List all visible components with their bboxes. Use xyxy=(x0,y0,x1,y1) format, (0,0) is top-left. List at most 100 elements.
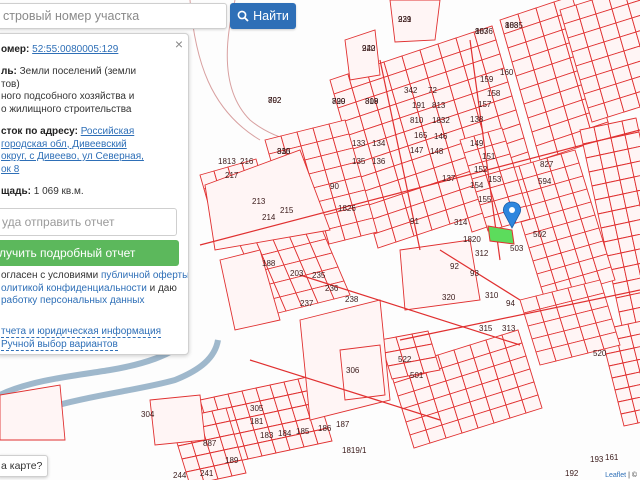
parcel-number-label: 240 xyxy=(362,44,376,53)
cadastral-search-input[interactable] xyxy=(0,4,226,28)
purpose-line: ного подсобного хозяйства и xyxy=(1,91,135,102)
address-line[interactable]: городская обл, Дивеевский xyxy=(1,139,127,152)
parcel-number-label: 1826 xyxy=(338,204,356,213)
parcel-number-label: 235 xyxy=(312,271,326,280)
selected-parcel[interactable] xyxy=(487,225,515,245)
area-value: 1 069 кв.м. xyxy=(33,186,84,197)
cadastral-number-link[interactable]: 52:55:0080005:129 xyxy=(32,44,118,55)
parcel-number-label: 1819/1 xyxy=(342,446,367,455)
address-label: сток по адресу: xyxy=(1,126,78,137)
privacy-link[interactable]: олитикой конфиденциальности xyxy=(1,283,147,294)
parcel[interactable] xyxy=(419,356,441,374)
map-help-popup[interactable]: а карте? xyxy=(0,455,48,477)
parcel-number-label: 827 xyxy=(540,160,554,169)
parcel-number-label: 94 xyxy=(506,299,515,308)
parcel-number-label: 312 xyxy=(475,249,489,258)
attribution-sep: | © xyxy=(626,472,637,479)
parcel-number-label: 187 xyxy=(336,420,350,429)
parcel-number-label: 314 xyxy=(454,218,468,227)
parcel-number-label: 189 xyxy=(225,456,239,465)
parcel-number-label: 305 xyxy=(250,404,264,413)
parcel-number-label: 152 xyxy=(474,165,488,174)
parcel-number-label: 186 xyxy=(318,424,332,433)
search-button-label: Найти xyxy=(253,9,289,23)
parcel-number-label: 184 xyxy=(278,429,292,438)
parcel-number-label: 203 xyxy=(290,269,304,278)
search-box xyxy=(0,3,227,29)
parcel-number-label: 148 xyxy=(430,147,444,156)
parcel[interactable] xyxy=(625,204,640,223)
search-button[interactable]: Найти xyxy=(230,3,296,29)
parcel-number-label: 158 xyxy=(487,89,501,98)
parcel-number-label: 244 xyxy=(173,471,187,480)
parcel-info-panel: × омер: 52:55:0080005:129 ль: Земли посе… xyxy=(0,33,189,355)
close-icon[interactable]: × xyxy=(175,37,183,51)
parcel-number-label: 815 xyxy=(277,147,291,156)
consent-text: огласен с условиями xyxy=(1,270,101,281)
parcel-number-label: 134 xyxy=(372,139,386,148)
magnifier-icon xyxy=(237,10,249,22)
parcel-number-label: 810 xyxy=(410,116,424,125)
purpose-line: тов) xyxy=(1,78,20,90)
address-line[interactable]: округ, с Дивеево, ул Северная, xyxy=(1,151,144,164)
parcel-number-label: 149 xyxy=(470,139,484,148)
parcel-number-label: 237 xyxy=(300,299,314,308)
parcel-number-label: 802 xyxy=(268,96,282,105)
parcel-number-label: 92 xyxy=(450,262,459,271)
purpose-line: о жилищного строительства xyxy=(1,103,132,115)
parcel[interactable] xyxy=(624,131,640,150)
purpose-label: ль: xyxy=(1,66,17,77)
cadastral-number-label: омер: xyxy=(1,44,30,55)
report-info-link[interactable]: тчета и юридическая информация xyxy=(1,326,162,338)
parcel-number-label: 315 xyxy=(479,324,493,333)
bottom-link-row: тчета и юридическая информация xyxy=(1,326,162,339)
parcel-large[interactable] xyxy=(344,29,381,81)
purpose-line: Земли поселений (земли xyxy=(19,66,137,77)
parcel-number-label: 501 xyxy=(410,371,424,380)
parcel-number-label: 807 xyxy=(475,27,489,36)
parcel-number-label: 183 xyxy=(260,431,274,440)
parcel-large[interactable] xyxy=(0,384,66,441)
parcel-number-label: 161 xyxy=(605,453,619,462)
offer-link[interactable]: публичной оферты xyxy=(101,270,188,281)
parcel-number-label: 191 xyxy=(412,101,426,110)
parcel-number-label: 502 xyxy=(533,230,547,239)
parcel-number-label: 1820 xyxy=(463,235,481,244)
parcel-number-label: 137 xyxy=(442,174,456,183)
parcel-number-label: 135 xyxy=(352,157,366,166)
parcel-number-label: 157 xyxy=(478,100,492,109)
consent-line: огласен с условиями публичной оферты xyxy=(1,270,188,283)
parcel-number-label: 239 xyxy=(398,15,412,24)
parcel-number-label: 813 xyxy=(432,101,446,110)
parcel-number-label: 320 xyxy=(442,293,456,302)
parcel-number-label: 238 xyxy=(345,295,359,304)
parcel-number-label: 192 xyxy=(565,469,579,478)
personal-data-link[interactable]: работку персональных данных xyxy=(1,295,145,306)
parcel-number-label: 503 xyxy=(510,244,524,253)
parcel-number-label: 1813 xyxy=(218,157,236,166)
manual-choice-link[interactable]: Ручной выбор вариантов xyxy=(1,339,118,351)
parcel-number-label: 808 xyxy=(505,21,519,30)
parcel-number-label: 136 xyxy=(372,157,386,166)
parcel-number-label: 887 xyxy=(203,439,217,448)
parcel-number-label: 153 xyxy=(488,175,502,184)
parcel-number-label: 304 xyxy=(141,410,155,419)
leaflet-link[interactable]: Leaflet xyxy=(605,472,626,479)
parcel-large[interactable] xyxy=(149,394,206,446)
parcel-number-label: 214 xyxy=(262,213,276,222)
parcel-number-label: 790 xyxy=(332,97,346,106)
parcel-number-label: 138 xyxy=(470,115,484,124)
parcel-number-label: 310 xyxy=(485,291,499,300)
address-line[interactable]: Российская xyxy=(81,126,135,137)
parcel-number-label: 185 xyxy=(296,427,310,436)
parcel-number-label: 160 xyxy=(500,68,514,77)
parcel-number-label: 90 xyxy=(330,182,339,191)
bottom-link-row: Ручной выбор вариантов xyxy=(1,339,118,352)
parcel-number-label: 188 xyxy=(262,259,276,268)
get-report-button[interactable]: лучить подробный отчет xyxy=(0,240,179,266)
parcel-number-label: 213 xyxy=(252,197,266,206)
email-field[interactable] xyxy=(0,208,177,236)
address-line[interactable]: ок 8 xyxy=(1,164,19,177)
parcel-number-label: 154 xyxy=(470,181,484,190)
parcel-number-label: 72 xyxy=(428,86,437,95)
